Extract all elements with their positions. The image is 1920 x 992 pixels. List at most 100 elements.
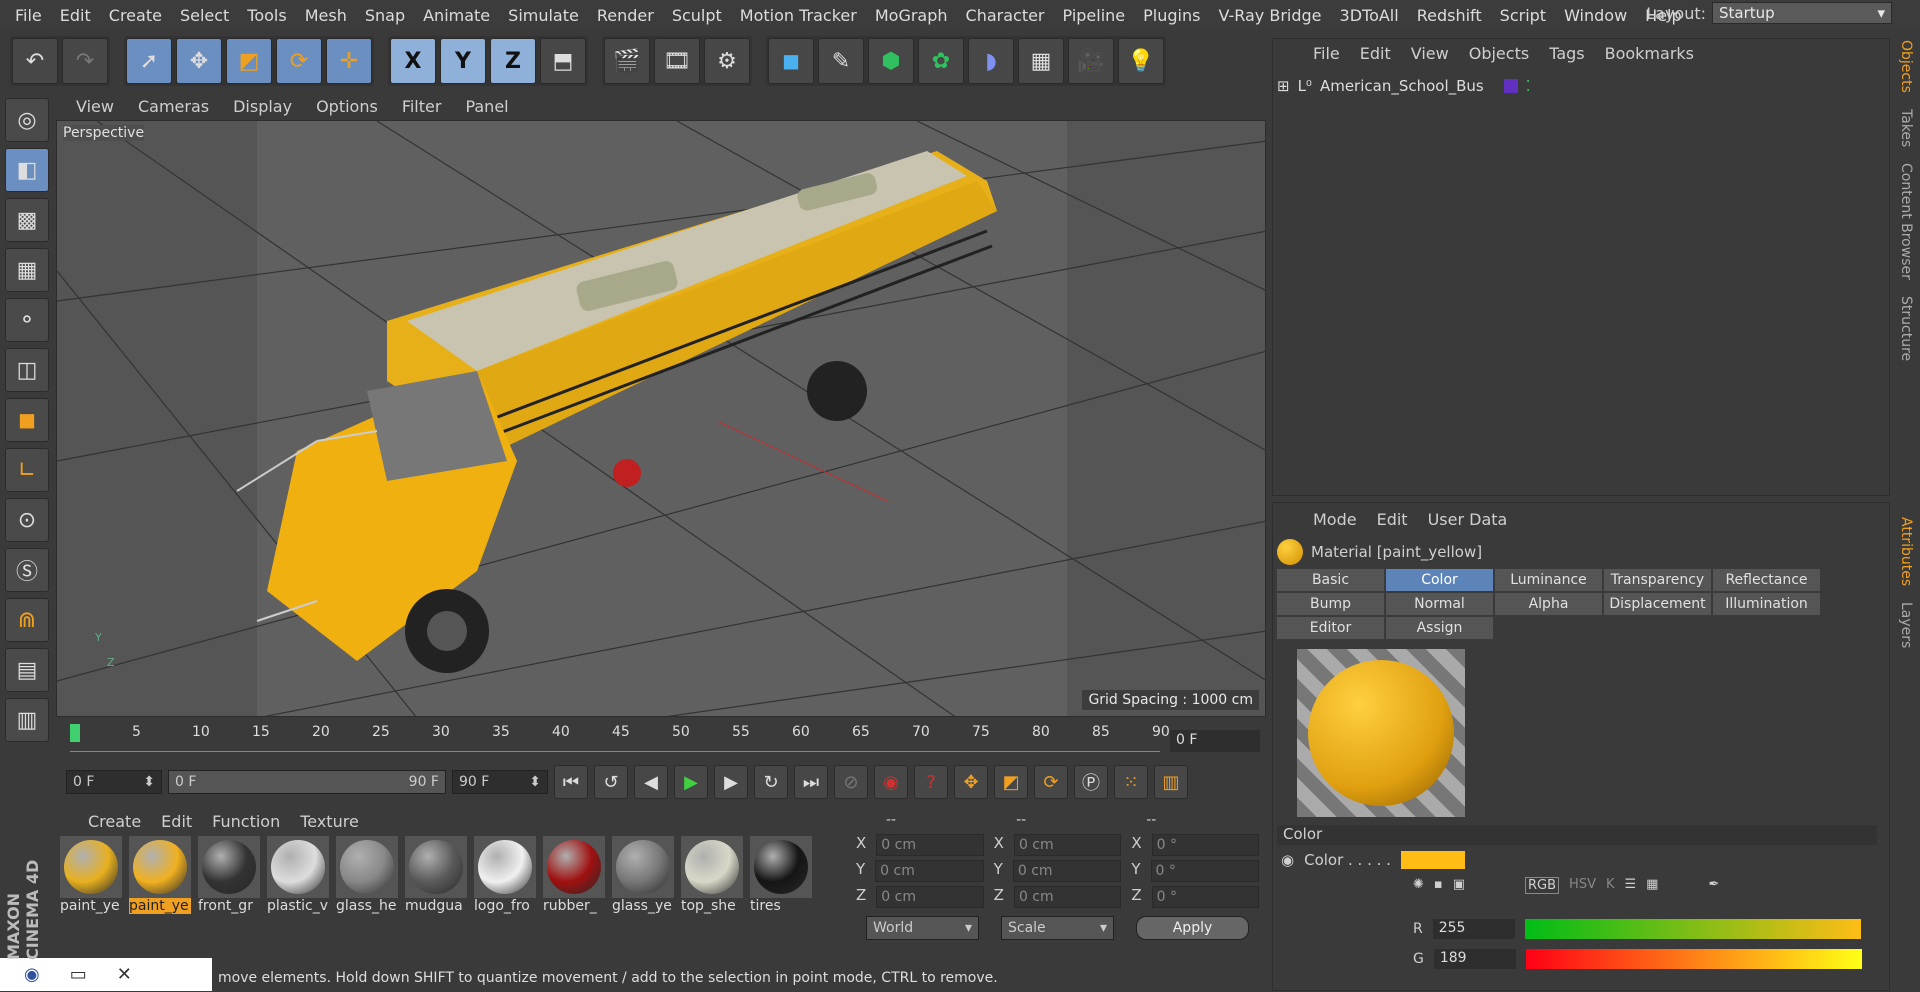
menu-item[interactable]: Select [171,6,238,25]
menu-item[interactable]: Window [1555,6,1636,25]
rgb-mode-button[interactable]: RGB [1525,877,1560,894]
coord-field[interactable]: 0 ° [1150,860,1260,882]
layout-dropdown[interactable]: Startup ▾ [1712,2,1892,24]
undo-icon[interactable]: ↶ [12,38,58,84]
y-axis-lock[interactable]: Y [440,38,486,84]
select-tool-icon[interactable]: ➚ [126,38,172,84]
material-thumbnail[interactable]: paint_ye [129,836,191,918]
visibility-dots-icon[interactable]: ⁚ [1526,77,1531,95]
menu-item[interactable]: Plugins [1134,6,1209,25]
viewport-3d[interactable]: YZ Perspective Grid Spacing : 1000 cm [56,120,1266,717]
render-settings-icon[interactable]: ⚙ [704,38,750,84]
move-tool-icon[interactable]: ✥ [176,38,222,84]
model-mode-icon[interactable]: ◧ [5,148,49,192]
channel-tab[interactable]: Transparency [1604,569,1711,591]
channel-tab[interactable]: Luminance [1495,569,1602,591]
go-to-end-icon[interactable]: ⏭ [794,765,828,799]
coord-field[interactable]: 0 cm [1012,860,1122,882]
record-icon[interactable]: ⊘ [834,765,868,799]
viewport-menu-item[interactable]: View [64,97,126,116]
attribute-menu-item[interactable]: User Data [1418,510,1518,529]
material-thumbnail[interactable]: glass_he [336,836,398,918]
minimize-icon[interactable]: ▭ [70,964,87,985]
coord-field[interactable]: 0 cm [875,860,984,882]
object-menu-item[interactable]: Objects [1459,44,1539,63]
object-row[interactable]: ⊞ L⁰ American_School_Bus ⁚ [1277,73,1879,99]
prev-key-icon[interactable]: ↺ [594,765,628,799]
menu-item[interactable]: Render [588,6,663,25]
mixer-icon[interactable]: ☰ [1625,877,1637,894]
redo-icon[interactable]: ↷ [62,38,108,84]
object-menu-item[interactable]: Bookmarks [1595,44,1704,63]
green-value-field[interactable]: 189 [1433,949,1516,969]
axis-mode-icon[interactable]: ∟ [5,448,49,492]
radio-icon[interactable]: ◉ [1281,851,1294,869]
menu-item[interactable]: Snap [356,6,414,25]
side-tab[interactable]: Structure [1898,288,1914,369]
color-wheel-icon[interactable]: ✺ [1413,877,1424,894]
camera-icon[interactable]: 🎥 [1068,38,1114,84]
key-rotation-icon[interactable]: ⟳ [1034,765,1068,799]
next-key-icon[interactable]: ↻ [754,765,788,799]
menu-item[interactable]: Animate [414,6,499,25]
material-thumbnail[interactable]: plastic_v [267,836,329,918]
menu-item[interactable]: Character [957,6,1054,25]
menu-item[interactable]: Motion Tracker [731,6,866,25]
key-scale-icon[interactable]: ◩ [994,765,1028,799]
channel-tab[interactable]: Editor [1277,617,1384,639]
coord-field[interactable]: 0 cm [1013,886,1122,908]
side-tab[interactable]: Attributes [1898,509,1914,594]
cube-icon[interactable]: ◼ [768,38,814,84]
menu-item[interactable]: Edit [51,6,100,25]
object-menu-item[interactable]: View [1401,44,1459,63]
points-mode-icon[interactable]: ⚬ [5,298,49,342]
material-thumbnail[interactable]: glass_ye [612,836,674,918]
autokey-icon[interactable]: ◉ [874,765,908,799]
keyframe-selection-icon[interactable]: ? [914,765,948,799]
solo-icon[interactable]: Ⓢ [5,548,49,592]
channel-tab[interactable]: Alpha [1495,593,1602,615]
attribute-menu-item[interactable]: Edit [1367,510,1418,529]
edges-mode-icon[interactable]: ◫ [5,348,49,392]
prev-frame-icon[interactable]: ◀ [634,765,668,799]
coord-mode-dropdown[interactable]: Scale ▾ [1001,916,1114,940]
material-thumbnail[interactable]: mudgua [405,836,467,918]
rotate-tool-icon[interactable]: ⟳ [276,38,322,84]
menu-item[interactable]: MoGraph [866,6,957,25]
channel-tab[interactable]: Color [1386,569,1493,591]
coord-field[interactable]: 0 cm [876,834,984,856]
material-thumbnail[interactable]: tires [750,836,812,918]
kelvin-mode-button[interactable]: K [1606,877,1615,894]
side-tab[interactable]: Layers [1898,594,1914,656]
snap-icon[interactable]: ⋒ [5,598,49,642]
key-position-icon[interactable]: ✥ [954,765,988,799]
menu-item[interactable]: Create [100,6,171,25]
live-move-icon[interactable]: ✛ [326,38,372,84]
cloner-icon[interactable]: ✿ [918,38,964,84]
object-name[interactable]: American_School_Bus [1320,77,1484,95]
key-pla-icon[interactable]: ⁙ [1114,765,1148,799]
object-menu-item[interactable]: Tags [1539,44,1594,63]
menu-item[interactable]: V-Ray Bridge [1209,6,1330,25]
menu-item[interactable]: Pipeline [1054,6,1135,25]
channel-tab[interactable]: Basic [1277,569,1384,591]
hsv-mode-button[interactable]: HSV [1569,877,1596,894]
x-axis-lock[interactable]: X [390,38,436,84]
deformer-icon[interactable]: ◗ [968,38,1014,84]
color-swatch[interactable] [1400,851,1465,869]
texture-mode-icon[interactable]: ▩ [5,198,49,242]
play-icon[interactable]: ▶ [674,765,708,799]
viewport-menu-item[interactable]: Display [221,97,304,116]
viewport-menu-item[interactable]: Panel [453,97,520,116]
swatches-icon[interactable]: ▦ [1646,877,1658,894]
channel-tab[interactable]: Displacement [1604,593,1711,615]
expand-icon[interactable]: ⊞ [1277,77,1290,95]
timeline-window-icon[interactable]: ▥ [1154,765,1188,799]
render-view-icon[interactable]: 🎬 [604,38,650,84]
frame-range-slider[interactable]: 0 F 90 F [168,770,446,794]
subdivision-icon[interactable]: ⬢ [868,38,914,84]
coord-field[interactable]: 0 cm [1013,834,1122,856]
red-slider[interactable] [1524,919,1861,939]
material-thumbnail[interactable]: rubber_ [543,836,605,918]
side-tab[interactable]: Takes [1898,101,1914,155]
